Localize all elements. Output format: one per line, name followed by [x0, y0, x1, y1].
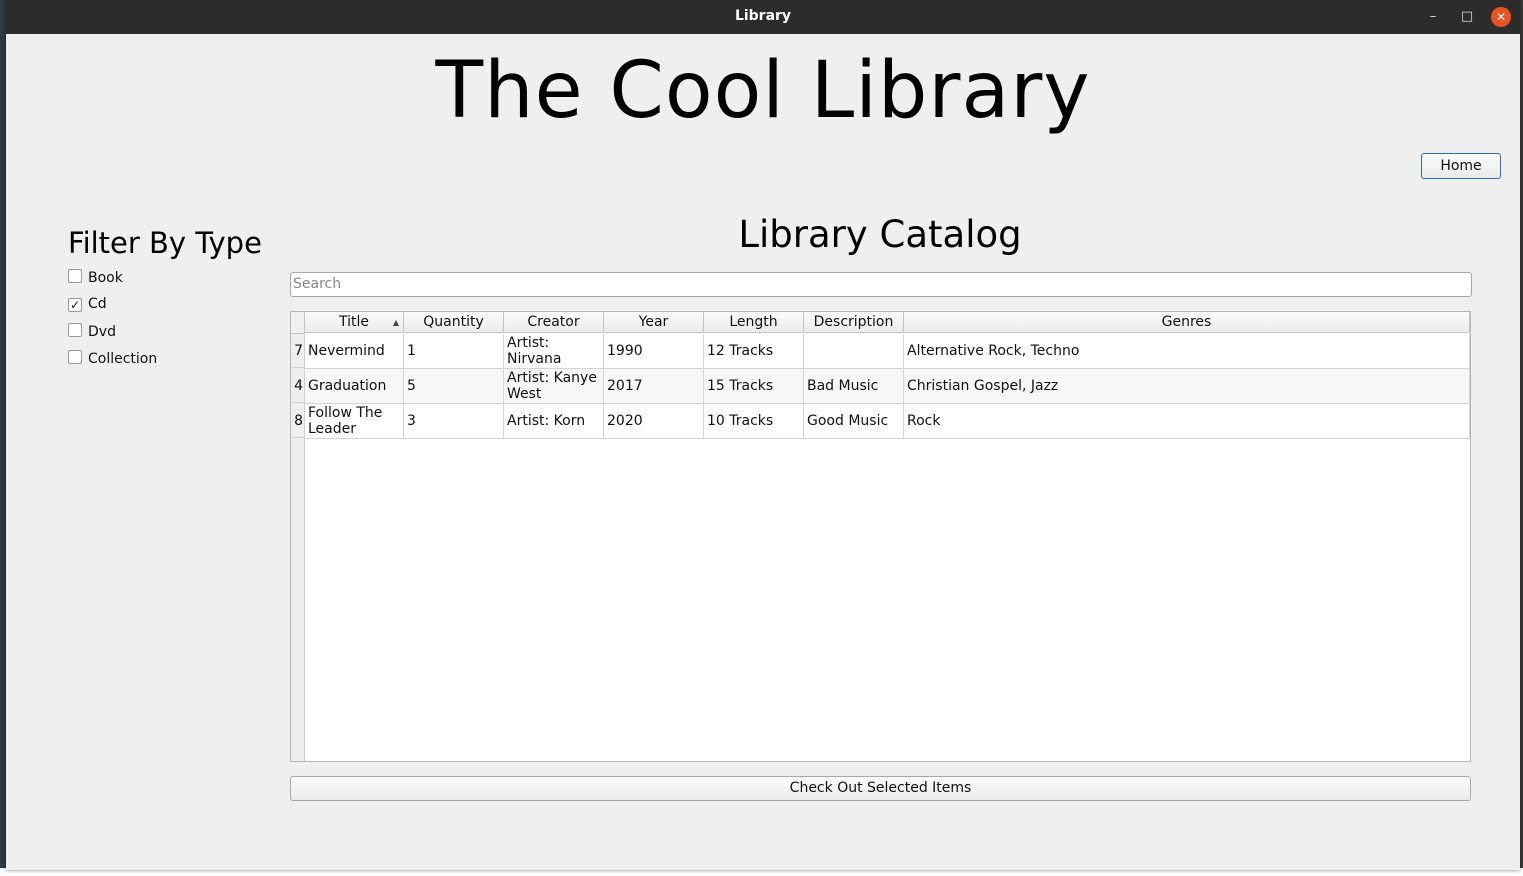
checkout-button[interactable]: Check Out Selected Items	[290, 776, 1471, 801]
sort-ascending-icon: ▲	[392, 318, 399, 327]
minimize-icon[interactable]: –	[1423, 7, 1443, 27]
column-header-title[interactable]: Title ▲	[305, 312, 404, 333]
cell-title[interactable]: Nevermind	[305, 334, 404, 369]
checkbox-collection[interactable]	[68, 350, 82, 364]
home-button[interactable]: Home	[1421, 153, 1501, 179]
maximize-icon[interactable]: □	[1457, 7, 1477, 27]
cell-length[interactable]: 15 Tracks	[704, 369, 804, 404]
cell-length[interactable]: 10 Tracks	[704, 404, 804, 439]
filter-cd-label: Cd	[88, 296, 107, 312]
app-title: The Cool Library	[435, 46, 1091, 136]
filter-cd[interactable]: ✓ Cd	[68, 296, 107, 314]
cell-description[interactable]: Good Music	[804, 404, 904, 439]
cell-quantity[interactable]: 3	[404, 404, 504, 439]
checkbox-book[interactable]	[68, 269, 82, 283]
cell-creator[interactable]: Artist: Nirvana	[504, 334, 604, 369]
cell-title[interactable]: Follow The Leader	[305, 404, 404, 439]
cell-description[interactable]	[804, 334, 904, 369]
table-corner[interactable]	[291, 312, 305, 334]
catalog-table: Title ▲ Quantity Creator Year Length Des…	[290, 311, 1471, 762]
cell-quantity[interactable]: 5	[404, 369, 504, 404]
close-icon[interactable]: ✕	[1491, 7, 1511, 27]
cell-quantity[interactable]: 1	[404, 334, 504, 369]
row-header[interactable]: 8	[291, 404, 304, 438]
cell-year[interactable]: 2017	[604, 369, 704, 404]
window-titlebar[interactable]: Library – □ ✕	[6, 0, 1520, 34]
cell-description[interactable]: Bad Music	[804, 369, 904, 404]
library-window: Library – □ ✕ The Cool Library Home Filt…	[6, 0, 1520, 870]
table-row[interactable]: Follow The Leader 3 Artist: Korn 2020 10…	[305, 404, 1470, 439]
cell-genres[interactable]: Alternative Rock, Techno	[904, 334, 1470, 369]
row-header[interactable]: 4	[291, 369, 304, 403]
cell-genres[interactable]: Rock	[904, 404, 1470, 439]
filter-dvd-label: Dvd	[88, 324, 116, 340]
window-title: Library	[734, 8, 792, 24]
filter-collection-label: Collection	[88, 351, 158, 367]
cell-creator[interactable]: Artist: Kanye West	[504, 369, 604, 404]
search-input[interactable]: Search	[290, 272, 1472, 297]
column-header-genres[interactable]: Genres	[904, 312, 1470, 333]
cell-creator[interactable]: Artist: Korn	[504, 404, 604, 439]
checkbox-dvd[interactable]	[68, 323, 82, 337]
cell-year[interactable]: 2020	[604, 404, 704, 439]
column-header-length[interactable]: Length	[704, 312, 804, 333]
table-row[interactable]: Graduation 5 Artist: Kanye West 2017 15 …	[305, 369, 1470, 404]
cell-length[interactable]: 12 Tracks	[704, 334, 804, 369]
column-header-description[interactable]: Description	[804, 312, 904, 333]
filter-book[interactable]: Book	[68, 269, 123, 287]
checkbox-cd[interactable]: ✓	[68, 298, 82, 312]
column-header-year[interactable]: Year	[604, 312, 704, 333]
table-row[interactable]: Nevermind 1 Artist: Nirvana 1990 12 Trac…	[305, 334, 1470, 369]
column-header-creator[interactable]: Creator	[504, 312, 604, 333]
filter-book-label: Book	[88, 270, 123, 286]
filter-collection[interactable]: Collection	[68, 350, 157, 368]
cell-genres[interactable]: Christian Gospel, Jazz	[904, 369, 1470, 404]
row-header[interactable]: 7	[291, 334, 304, 368]
cell-year[interactable]: 1990	[604, 334, 704, 369]
catalog-title: Library Catalog	[738, 213, 1022, 256]
filter-dvd[interactable]: Dvd	[68, 323, 116, 341]
column-header-quantity[interactable]: Quantity	[404, 312, 504, 333]
filter-title: Filter By Type	[68, 226, 262, 260]
column-header-title-label: Title	[338, 314, 369, 330]
cell-title[interactable]: Graduation	[305, 369, 404, 404]
